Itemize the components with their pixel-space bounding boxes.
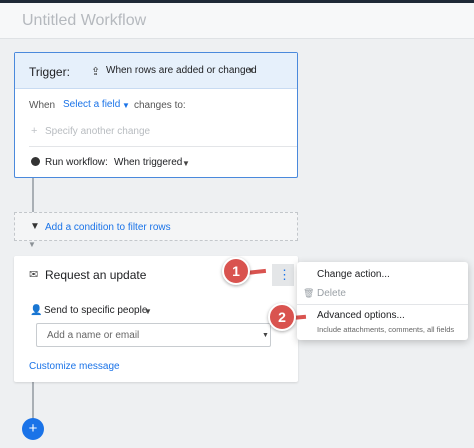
add-person-icon: 👤 [30,305,43,316]
customize-message-link[interactable]: Customize message [29,361,120,372]
trigger-card[interactable]: Trigger: ⇪ When rows are added or change… [14,52,298,178]
header: Untitled Workflow [0,3,474,39]
add-condition-block[interactable]: ▼ Add a condition to filter rows [14,212,298,241]
delete-item[interactable]: Delete [317,288,346,299]
caret-down-icon[interactable]: ▼ [144,307,152,316]
callout-badge-1: 1 [222,257,250,285]
advanced-options-item[interactable]: Advanced options... [317,310,405,321]
trigger-label: Trigger: [29,65,70,79]
caret-down-icon[interactable]: ▼ [247,66,255,75]
connector-line [32,178,34,212]
clock-icon [31,157,40,166]
name-email-input[interactable] [36,323,271,347]
more-vert-icon[interactable]: ⋮ [278,265,291,285]
plus-icon: + [31,125,38,137]
caret-down-icon[interactable]: ▼ [262,332,269,339]
action-card[interactable]: ✉ Request an update ⋮ 👤 Send to specific… [14,256,298,382]
select-field-dropdown[interactable]: Select a field [63,99,120,110]
arrow-down-icon: ▼ [28,240,36,249]
request-update-icon: ✉ [29,269,39,281]
workflow-title[interactable]: Untitled Workflow [22,12,146,30]
when-label: When [29,100,56,111]
caret-down-icon[interactable]: ▼ [122,101,130,110]
trigger-event-dropdown[interactable]: When rows are added or changed [106,65,257,76]
action-title: Request an update [45,268,147,282]
divider [29,146,297,147]
changes-to-label: changes to: [134,100,186,111]
send-to-dropdown[interactable]: Send to specific people [44,305,147,316]
run-workflow-label: Run workflow: [45,157,108,168]
trash-icon: 🗑 [303,288,315,298]
change-action-item[interactable]: Change action... [317,269,390,280]
add-condition-link[interactable]: Add a condition to filter rows [45,222,171,233]
filter-icon: ▼ [30,221,40,232]
upload-icon: ⇪ [91,66,101,78]
advanced-options-description: Include attachments, comments, all field… [317,325,455,334]
action-menu: Change action... 🗑 Delete Advanced optio… [297,262,468,340]
caret-down-icon[interactable]: ▼ [182,159,190,168]
menu-divider [297,304,468,305]
callout-badge-2: 2 [268,303,296,331]
connector-line [32,382,34,420]
trigger-header: Trigger: ⇪ When rows are added or change… [15,53,297,89]
add-icon[interactable]: + [22,418,44,440]
specify-change-button[interactable]: Specify another change [45,126,150,137]
run-workflow-dropdown[interactable]: When triggered [114,157,182,168]
